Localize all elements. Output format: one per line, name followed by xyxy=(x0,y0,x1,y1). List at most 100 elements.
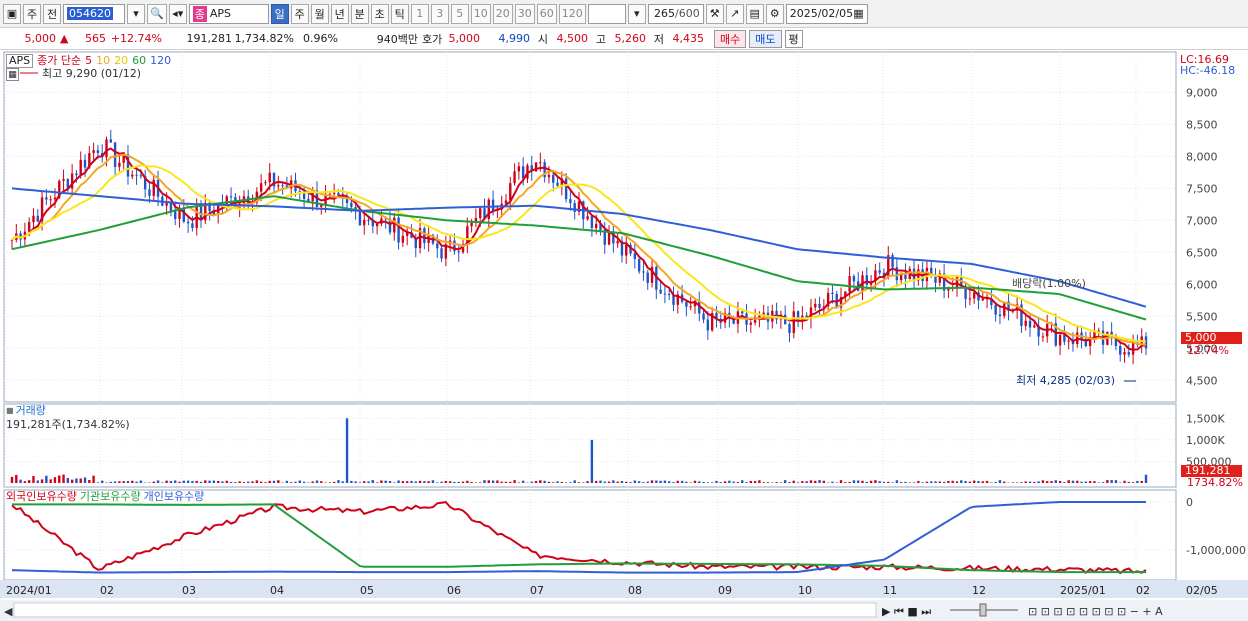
volume-bar xyxy=(586,481,589,483)
hc-label: HC:-46.18 xyxy=(1180,64,1236,77)
x-tick-label: 02 xyxy=(100,584,114,597)
draw-icon[interactable]: ↗ xyxy=(725,3,744,24)
ticker-box[interactable]: APS xyxy=(6,54,34,68)
candle-body xyxy=(281,185,284,187)
candle-body xyxy=(79,159,82,176)
chevron-down-icon[interactable]: ▾ xyxy=(627,3,646,24)
price-tick-label: 6,500 xyxy=(1186,246,1218,259)
minute-20[interactable]: 20 xyxy=(492,3,513,24)
prev-button[interactable]: 전 xyxy=(43,3,61,24)
interval-day[interactable]: 일 xyxy=(270,3,289,24)
volume-bar xyxy=(930,481,933,483)
volume-bar xyxy=(337,480,340,483)
volume-bar xyxy=(573,480,576,483)
candle-body xyxy=(1024,320,1027,326)
calendar-icon[interactable]: ▦ xyxy=(853,7,863,20)
chevron-down-icon[interactable]: ▾ xyxy=(127,3,145,24)
minute-1[interactable]: 1 xyxy=(410,3,429,24)
minute-3[interactable]: 3 xyxy=(430,3,449,24)
volume-bar xyxy=(75,478,78,483)
volume-bar xyxy=(676,480,679,483)
stock-name-field[interactable]: 종 APS xyxy=(188,3,269,24)
volume-bar xyxy=(53,477,57,483)
minute-120[interactable]: 120 xyxy=(558,3,586,24)
date-field[interactable]: 2025/02/05 ▦ xyxy=(785,3,868,24)
volume-bar xyxy=(1046,481,1049,483)
volume-bar xyxy=(728,480,731,483)
volume-bar xyxy=(788,482,791,483)
gear-icon[interactable]: ⚙ xyxy=(765,3,784,24)
save-icon[interactable]: ▤ xyxy=(745,3,764,24)
candle-body xyxy=(741,311,744,314)
layout-icon[interactable]: ▣ xyxy=(3,3,21,24)
volume-bar xyxy=(1011,482,1015,483)
minute-10[interactable]: 10 xyxy=(470,3,491,24)
volume-bar xyxy=(659,480,662,483)
volume-bar xyxy=(805,481,808,483)
buy-button[interactable]: 매수 xyxy=(714,29,747,48)
code-input[interactable]: 054620 xyxy=(63,3,125,24)
volume-bar xyxy=(951,480,954,483)
volume-bar xyxy=(977,481,980,483)
volume-bar xyxy=(126,480,130,483)
candle-body xyxy=(302,193,306,199)
chart-svg[interactable]: 9,000 8,500 8,000 7,500 7,000 6,500 6,000 5,500… xyxy=(0,50,1248,621)
volume-bar xyxy=(453,481,456,483)
interval-second[interactable]: 초 xyxy=(370,3,389,24)
count-field[interactable]: 265/600 xyxy=(647,3,704,24)
calendar-icon[interactable]: ▦ xyxy=(6,68,19,81)
volume-bar xyxy=(62,474,65,483)
volume-bar xyxy=(972,480,976,483)
volume-bar xyxy=(521,480,525,483)
volume-bar xyxy=(427,481,430,483)
period-button[interactable]: 주 xyxy=(23,3,41,24)
volume-value-label: 191,281주(1,734.82%) xyxy=(6,418,130,431)
volume-bar xyxy=(1003,481,1006,483)
candle-body xyxy=(1119,346,1122,355)
interval-month[interactable]: 월 xyxy=(310,3,329,24)
volume-bar xyxy=(547,481,551,483)
volume-bar xyxy=(792,480,795,483)
candle-body xyxy=(521,166,525,179)
volume-bar xyxy=(1088,481,1092,483)
price-legend: APS 종가 단순 5 10 20 60 120 xyxy=(6,54,171,68)
minute-5[interactable]: 5 xyxy=(450,3,469,24)
volume-bar xyxy=(1131,482,1135,483)
candle-body xyxy=(848,276,851,292)
candle-body xyxy=(659,289,662,294)
candle-body xyxy=(92,150,95,154)
volume-bar xyxy=(101,480,104,483)
tools-icon[interactable]: ⚒ xyxy=(705,3,724,24)
sell-button[interactable]: 매도 xyxy=(749,29,782,48)
volume-bar xyxy=(208,480,211,483)
minute-60[interactable]: 60 xyxy=(536,3,557,24)
volume-bar xyxy=(461,481,465,483)
interval-year[interactable]: 년 xyxy=(330,3,349,24)
minute-30[interactable]: 30 xyxy=(514,3,535,24)
volume-bar xyxy=(363,481,366,483)
candle-body xyxy=(367,219,370,221)
candle-body xyxy=(62,179,65,181)
volume-bar xyxy=(345,418,349,483)
volume-bar xyxy=(650,480,654,483)
volume-bar xyxy=(753,481,757,483)
volume-bar xyxy=(620,480,624,483)
search-icon[interactable]: 🔍 xyxy=(147,3,167,24)
volume-bar xyxy=(92,475,95,483)
interval-week[interactable]: 주 xyxy=(290,3,309,24)
volume-bar xyxy=(195,480,198,483)
volume-bar xyxy=(332,481,336,483)
amount-value: 940백만 xyxy=(376,32,418,46)
volume-bar xyxy=(414,481,417,483)
avg-button[interactable]: 평 xyxy=(784,29,803,48)
volume-bar xyxy=(169,481,173,483)
volume-bar xyxy=(706,482,710,483)
candle-body xyxy=(788,324,791,334)
interval-minute[interactable]: 분 xyxy=(350,3,369,24)
candle-body xyxy=(229,196,233,198)
chart-area[interactable]: 9,000 8,500 8,000 7,500 7,000 6,500 6,000 5,500… xyxy=(0,50,1248,621)
volume-bar xyxy=(513,480,516,483)
minute-custom-field[interactable] xyxy=(587,3,626,24)
speaker-icon[interactable]: ◂▾ xyxy=(168,3,187,24)
interval-tick[interactable]: 틱 xyxy=(390,3,409,24)
